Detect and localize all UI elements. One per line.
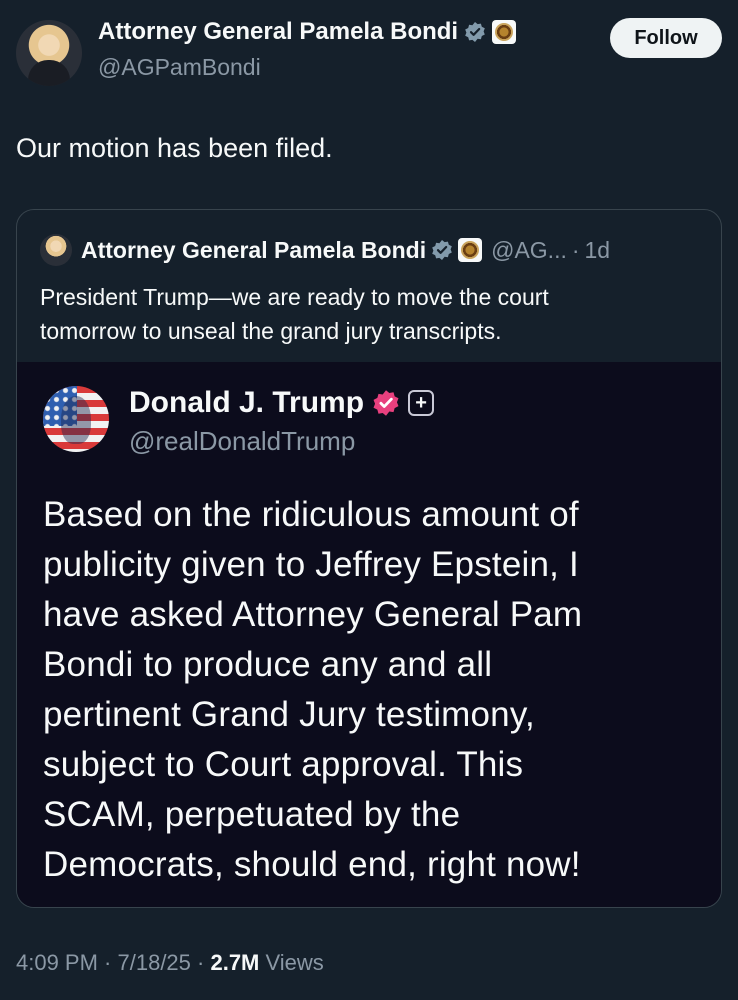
quoted-author-name: Attorney General Pamela Bondi [81, 236, 427, 263]
author-name-row: Attorney General Pamela Bondi [98, 18, 517, 46]
truth-body: Based on the ridiculous amount of public… [43, 490, 683, 890]
doj-seal-icon [458, 238, 483, 262]
quoted-media-image[interactable]: Donald J. Trump + @realDonaldTrump Based… [17, 362, 721, 907]
doj-seal-icon[interactable] [492, 20, 517, 44]
quoted-author-handle: @AG... [491, 236, 567, 263]
truth-author-handle: @realDonaldTrump [129, 426, 356, 456]
quoted-author-avatar [40, 234, 72, 266]
views-count[interactable]: 2.7M [210, 950, 259, 975]
quoted-text: President Trump—we are ready to move the… [40, 280, 700, 348]
plus-icon: + [408, 390, 435, 416]
truth-line: Bondi to produce any and all [43, 645, 493, 684]
post-text: Our motion has been filed. [16, 133, 333, 163]
verified-badge-icon[interactable] [464, 21, 486, 43]
quoted-post[interactable]: Attorney General Pamela Bondi @AG... · 1… [16, 209, 722, 908]
separator-dot: · [97, 950, 118, 975]
post-date[interactable]: 7/18/25 [118, 950, 191, 975]
verified-badge-icon [431, 239, 453, 261]
quoted-timestamp: 1d [584, 236, 611, 263]
post-meta: 4:09 PM · 7/18/25 · 2.7M Views [16, 950, 324, 976]
truth-line: publicity given to Jeffrey Epstein, I [43, 545, 579, 584]
quoted-text-line: tomorrow to unseal the grand jury transc… [40, 318, 502, 344]
truth-line: have asked Attorney General Pam [43, 595, 583, 634]
follow-button[interactable]: Follow [610, 18, 722, 58]
truth-author-name: Donald J. Trump [129, 386, 365, 419]
author-handle[interactable]: @AGPamBondi [98, 54, 261, 81]
quoted-text-line: President Trump—we are ready to move the… [40, 284, 549, 310]
truth-line: Based on the ridiculous amount of [43, 495, 579, 534]
post-header: Attorney General Pamela Bondi @AGPamBond… [16, 18, 722, 90]
views-label: Views [259, 950, 324, 975]
truth-line: SCAM, perpetuated by the [43, 795, 461, 834]
separator-dot: · [571, 236, 580, 263]
quoted-header: Attorney General Pamela Bondi @AG... · 1… [40, 234, 610, 266]
author-avatar[interactable] [16, 20, 82, 86]
truth-name-row: Donald J. Trump + [129, 386, 435, 420]
truth-line: Democrats, should end, right now! [43, 845, 581, 884]
author-name[interactable]: Attorney General Pamela Bondi [98, 18, 458, 46]
truth-verified-icon [372, 389, 400, 417]
separator-dot: · [190, 950, 211, 975]
truth-line: pertinent Grand Jury testimony, [43, 695, 535, 734]
truth-line: subject to Court approval. This [43, 745, 524, 784]
truth-avatar [43, 386, 109, 452]
post-time[interactable]: 4:09 PM [16, 950, 98, 975]
